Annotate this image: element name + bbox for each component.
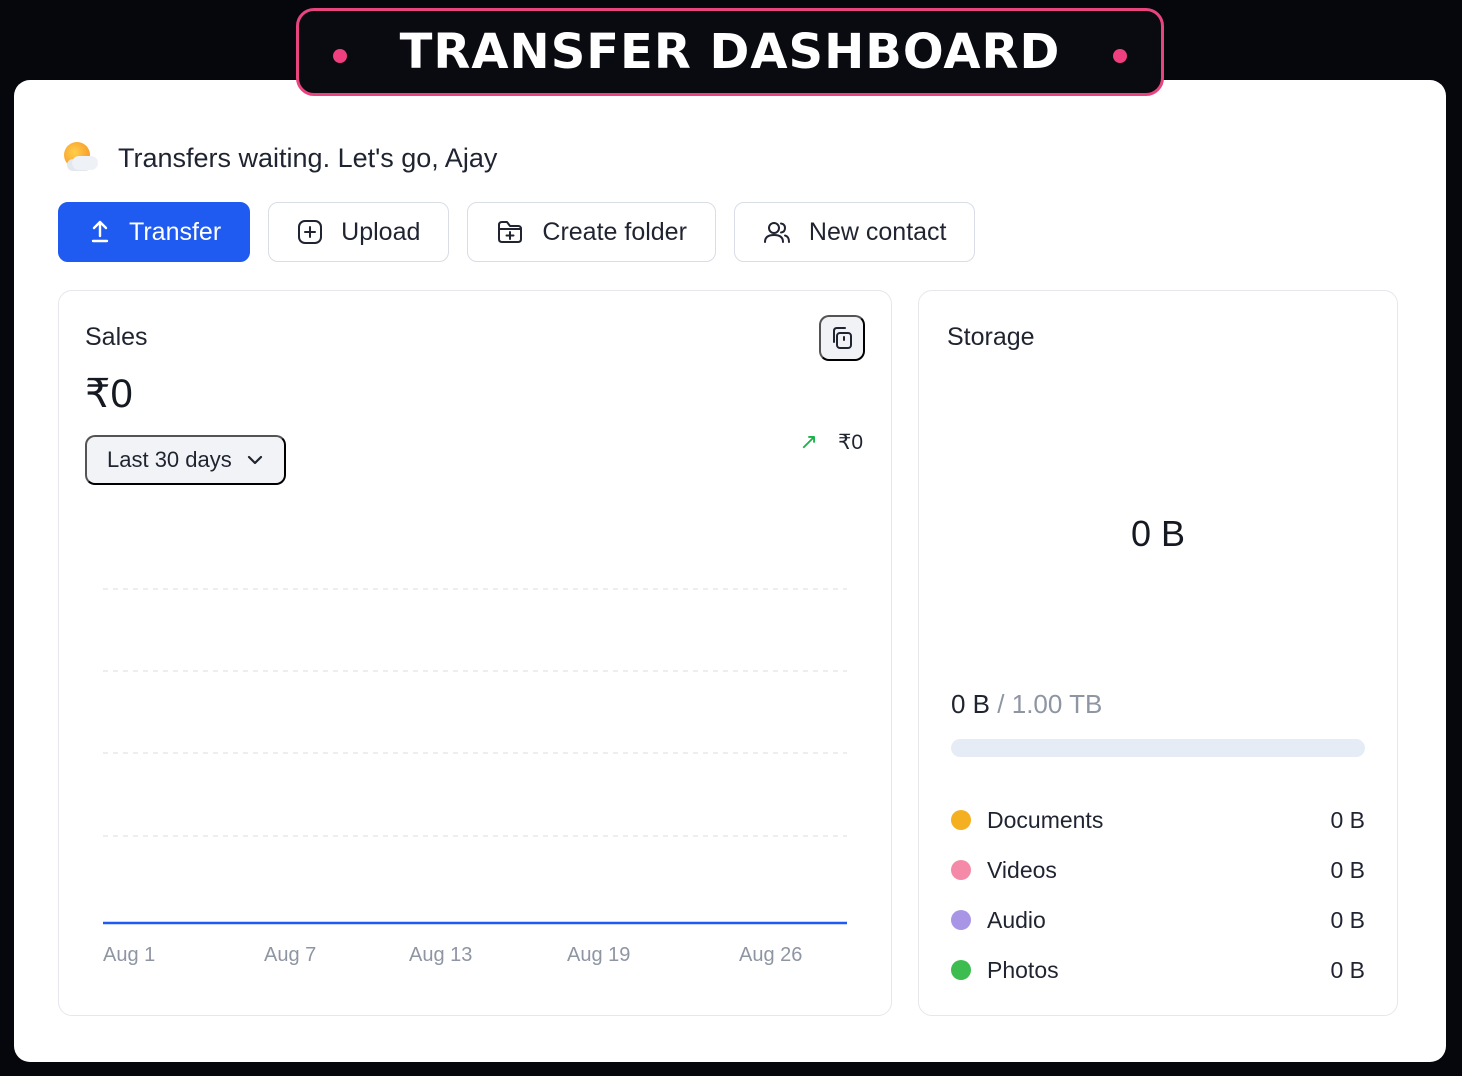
- create-folder-button-label: Create folder: [542, 217, 687, 246]
- transfer-button[interactable]: Transfer: [58, 202, 251, 262]
- storage-category-value: 0 B: [1330, 806, 1365, 833]
- storage-capacity: 1.00 TB: [1011, 689, 1103, 719]
- copy-icon: [833, 327, 852, 349]
- upload-button[interactable]: Upload: [268, 202, 450, 262]
- storage-category-photos: Photos 0 B: [951, 945, 1365, 995]
- chevron-down-icon: [247, 455, 262, 465]
- sales-delta-value: ₹0: [837, 430, 863, 454]
- storage-category-name: Audio: [987, 906, 1046, 933]
- photos-color-dot: [951, 960, 971, 980]
- greeting: Transfers waiting. Let's go, Ajay: [60, 138, 497, 178]
- create-folder-button[interactable]: Create folder: [467, 202, 716, 262]
- upload-button-label: Upload: [341, 217, 421, 246]
- storage-category-value: 0 B: [1330, 906, 1365, 933]
- storage-usage: 0 B / 1.00 TB: [951, 689, 1102, 720]
- plus-square-icon: [298, 220, 323, 244]
- arrow-up-right-icon: ↗: [799, 429, 818, 454]
- storage-panel: Storage 0 B 0 B / 1.00 TB Documents 0 B …: [918, 290, 1398, 1016]
- storage-category-value: 0 B: [1330, 956, 1365, 983]
- upload-arrow-icon: [91, 220, 109, 243]
- date-range-label: Last 30 days: [107, 447, 232, 472]
- sales-delta: ↗ ₹0: [800, 429, 863, 455]
- copy-button[interactable]: [819, 315, 865, 361]
- banner-title: TRANSFER DASHBOARD: [399, 24, 1061, 80]
- sun-behind-cloud-icon: [60, 138, 100, 178]
- storage-category-documents: Documents 0 B: [951, 795, 1365, 845]
- folder-plus-icon: [498, 221, 523, 243]
- new-contact-button[interactable]: New contact: [733, 202, 976, 262]
- transfer-button-label: Transfer: [129, 217, 222, 246]
- date-range-select[interactable]: Last 30 days: [85, 435, 286, 485]
- storage-total: 0 B: [1130, 513, 1186, 554]
- chart-x-tick-label: Aug 26: [739, 944, 802, 966]
- storage-legend: Documents 0 B Videos 0 B Audio 0 B Photo…: [951, 795, 1365, 995]
- storage-category-name: Videos: [987, 856, 1057, 883]
- users-icon: [763, 222, 790, 243]
- audio-color-dot: [951, 910, 971, 930]
- storage-used: 0 B: [951, 689, 991, 719]
- videos-color-dot: [951, 860, 971, 880]
- chart-x-tick-label: Aug 1: [103, 944, 155, 966]
- storage-title: Storage: [947, 323, 1035, 351]
- greeting-text: Transfers waiting. Let's go, Ajay: [118, 142, 498, 173]
- sales-chart: Aug 1 Aug 7 Aug 13 Aug 19 Aug 26: [103, 588, 847, 966]
- banner-dot-left: [333, 49, 347, 63]
- storage-category-value: 0 B: [1330, 856, 1365, 883]
- app-frame: TRANSFER DASHBOARD Transfers waiting. Le…: [0, 0, 1462, 1076]
- new-contact-button-label: New contact: [808, 217, 947, 246]
- storage-separator: /: [997, 689, 1005, 719]
- documents-color-dot: [951, 810, 971, 830]
- chart-x-tick-label: Aug 19: [567, 944, 630, 966]
- storage-category-videos: Videos 0 B: [951, 845, 1365, 895]
- dashboard-card: Transfers waiting. Let's go, Ajay Transf…: [14, 80, 1446, 1062]
- chart-x-tick-label: Aug 13: [409, 944, 472, 966]
- storage-category-name: Photos: [987, 956, 1059, 983]
- chart-x-tick-label: Aug 7: [264, 944, 316, 966]
- storage-category-name: Documents: [987, 806, 1104, 833]
- action-bar: Transfer Upload Create folder New contac…: [58, 202, 976, 262]
- banner-dot-right: [1113, 49, 1127, 63]
- sales-title: Sales: [85, 323, 148, 351]
- sales-amount: ₹0: [85, 372, 133, 416]
- storage-progress-bar: [951, 739, 1365, 757]
- dashboard-banner: TRANSFER DASHBOARD: [296, 8, 1164, 96]
- sales-panel: Sales ₹0 Last 30 days ↗ ₹0 Aug 1 Aug 7 Aug…: [58, 290, 892, 1016]
- storage-category-audio: Audio 0 B: [951, 895, 1365, 945]
